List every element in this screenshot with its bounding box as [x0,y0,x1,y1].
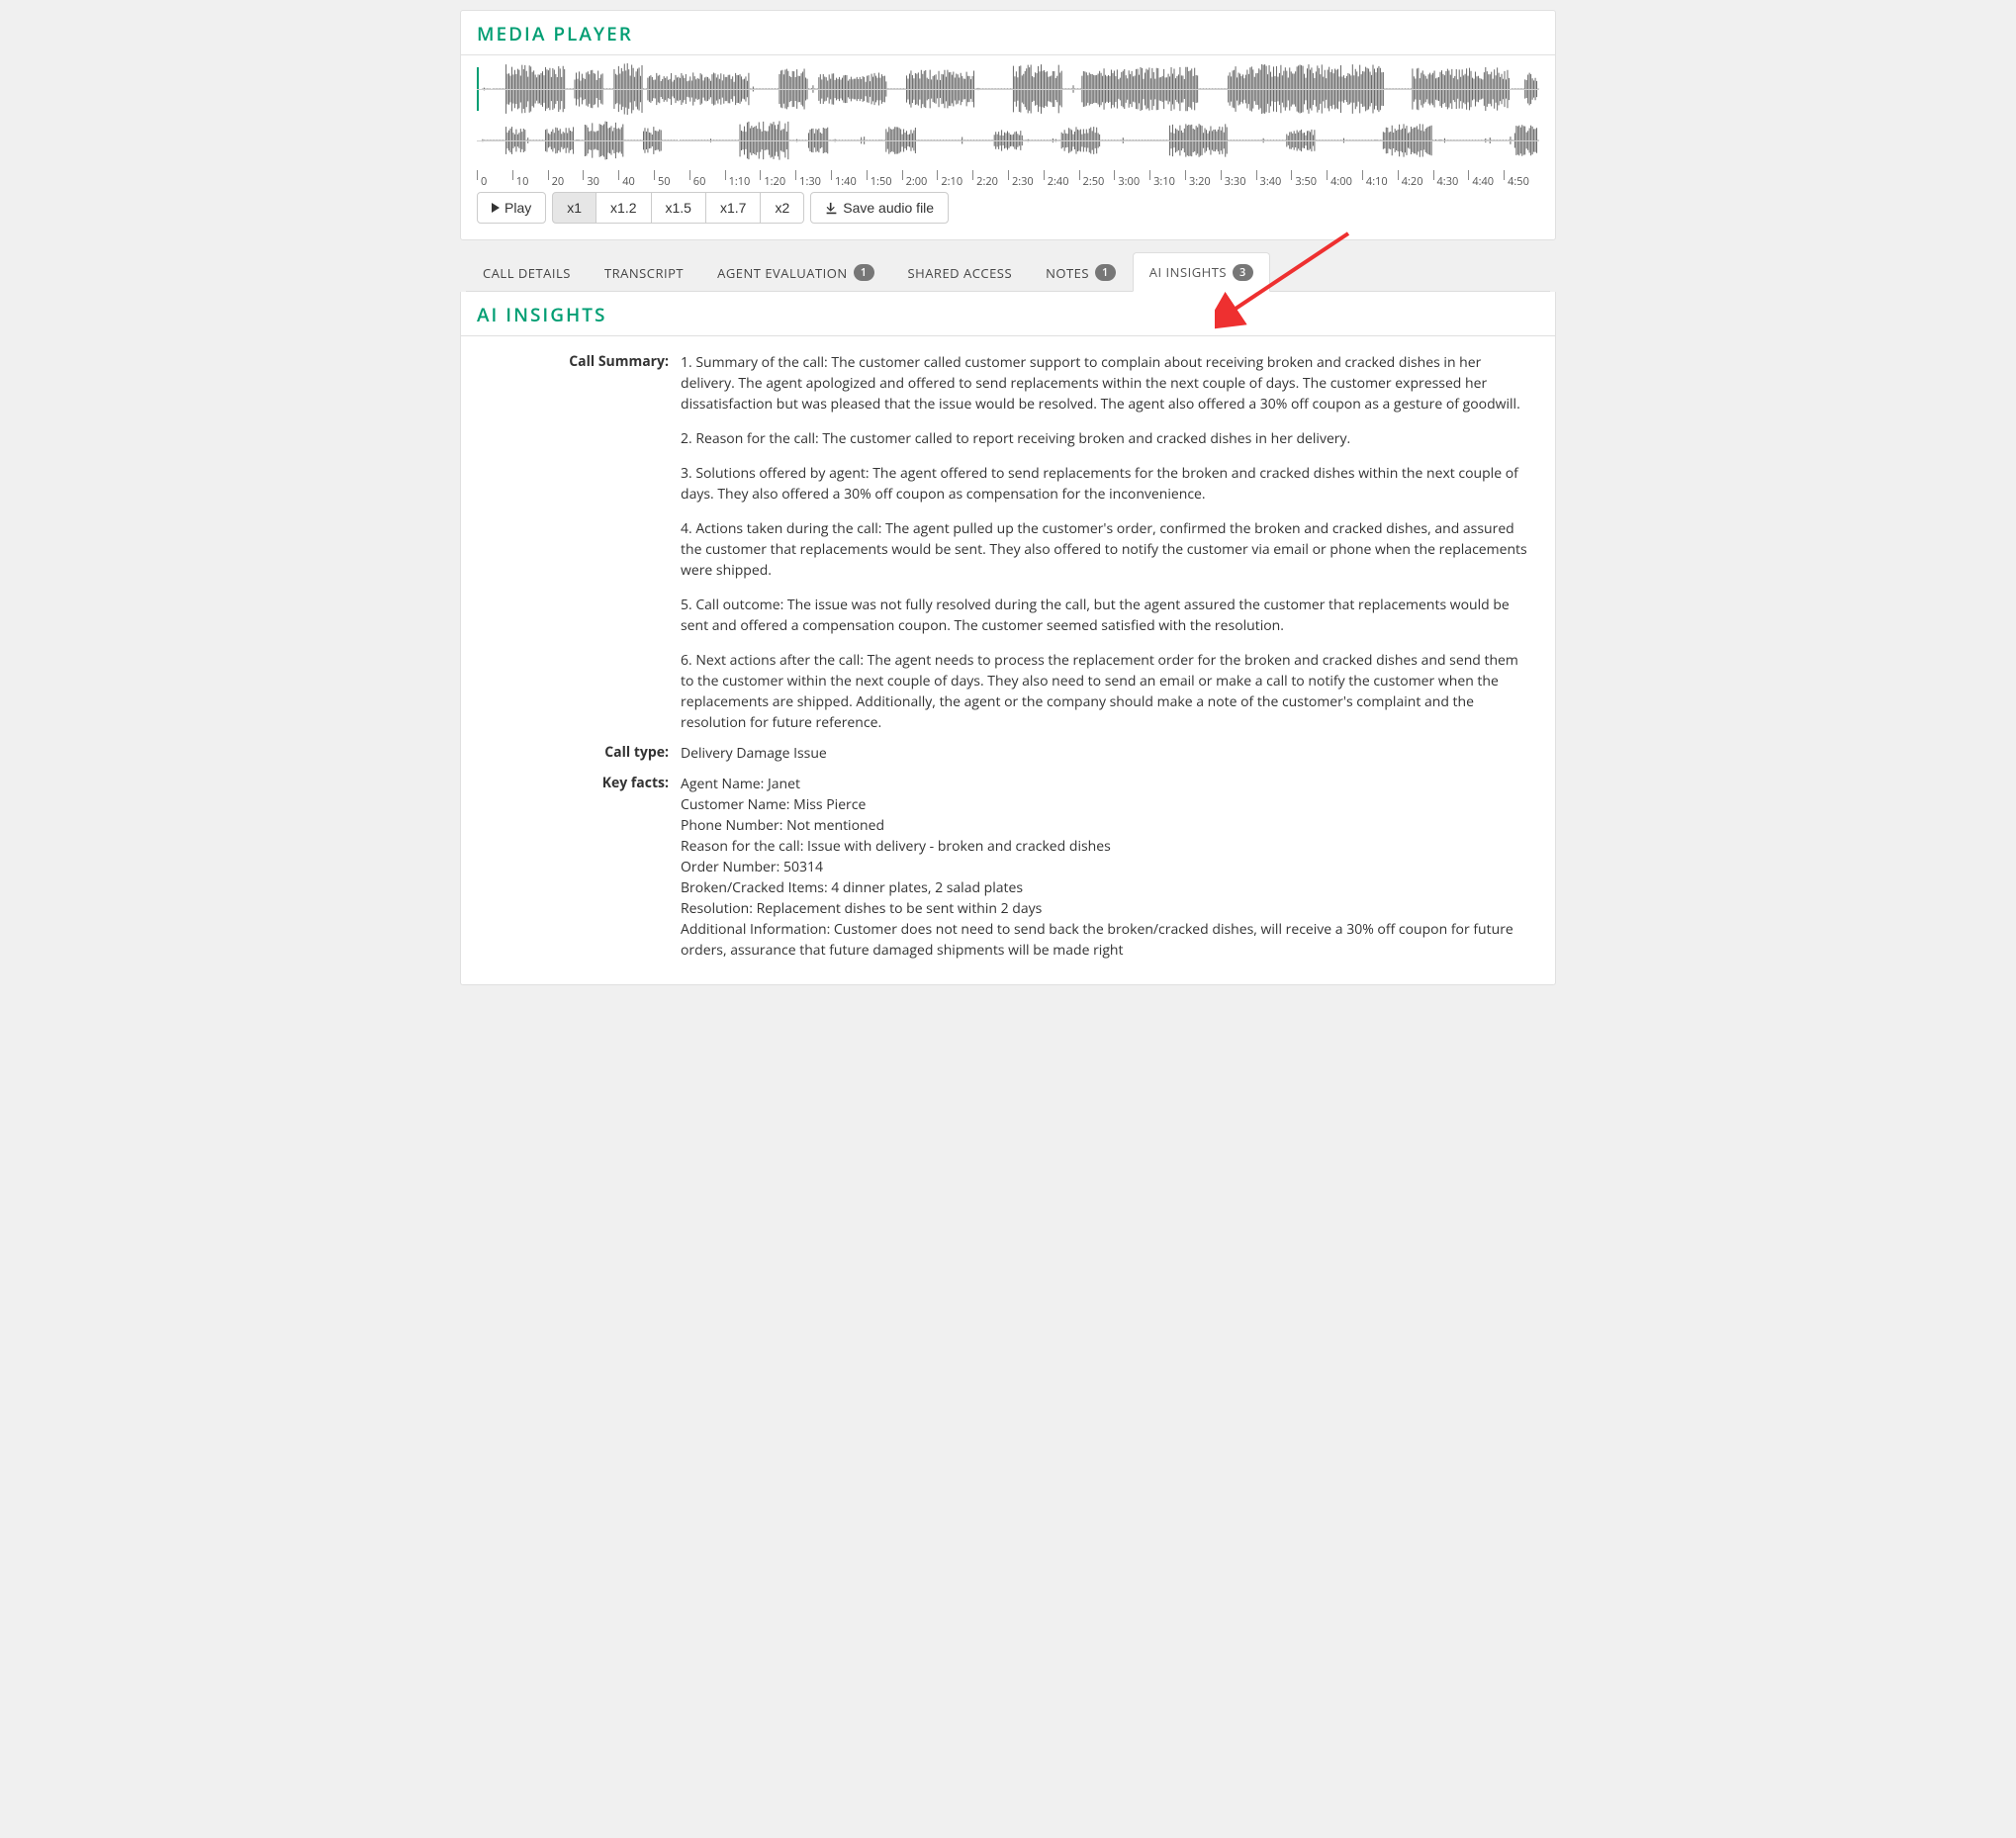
tab-label: AGENT EVALUATION [717,264,848,282]
play-icon [492,203,500,213]
save-audio-label: Save audio file [843,200,934,216]
waveform-timeline: 01020304050601:101:201:301:401:502:002:1… [477,172,1539,176]
key-fact-line: Phone Number: Not mentioned [681,815,1531,836]
summary-paragraph: 4. Actions taken during the call: The ag… [681,518,1531,581]
key-fact-line: Reason for the call: Issue with delivery… [681,836,1531,857]
play-button[interactable]: Play [477,192,546,224]
tab-transcript[interactable]: TRANSCRIPT [588,252,700,292]
play-label: Play [504,200,531,216]
tab-notes[interactable]: NOTES 1 [1029,252,1133,292]
download-icon [825,202,838,215]
tab-badge: 3 [1233,264,1253,281]
key-fact-line: Resolution: Replacement dishes to be sen… [681,898,1531,919]
summary-paragraph: 3. Solutions offered by agent: The agent… [681,463,1531,505]
speed-x1-7-button[interactable]: x1.7 [706,192,761,224]
tab-label: TRANSCRIPT [604,264,684,282]
tab-badge: 1 [854,264,874,281]
tab-ai-insights[interactable]: AI INSIGHTS 3 [1133,252,1270,292]
summary-paragraph: 5. Call outcome: The issue was not fully… [681,595,1531,636]
tab-shared-access[interactable]: SHARED ACCESS [891,252,1030,292]
tab-label: AI INSIGHTS [1149,263,1227,281]
save-audio-button[interactable]: Save audio file [810,192,949,224]
tab-call-details[interactable]: CALL DETAILS [466,252,588,292]
ai-insights-panel: AI INSIGHTS Call Summary: 1. Summary of … [460,292,1556,985]
key-fact-line: Additional Information: Customer does no… [681,919,1531,961]
tab-label: CALL DETAILS [483,264,571,282]
key-facts-value: Agent Name: JanetCustomer Name: Miss Pie… [681,774,1531,961]
key-facts-label: Key facts: [550,774,669,961]
speed-x2-button[interactable]: x2 [761,192,804,224]
key-fact-line: Agent Name: Janet [681,774,1531,794]
summary-paragraph: 2. Reason for the call: The customer cal… [681,428,1531,449]
tab-label: SHARED ACCESS [908,264,1013,282]
speed-button-group: x1x1.2x1.5x1.7x2 [552,192,804,224]
tab-label: NOTES [1046,264,1089,282]
ai-insights-content: Call Summary: 1. Summary of the call: Th… [461,336,1555,984]
call-type-value: Delivery Damage Issue [681,743,1531,764]
media-player-panel: MEDIA PLAYER 01020304050601:101:201:301:… [460,10,1556,240]
summary-paragraph: 6. Next actions after the call: The agen… [681,650,1531,733]
call-summary-value: 1. Summary of the call: The customer cal… [681,352,1531,733]
speed-x1-2-button[interactable]: x1.2 [596,192,651,224]
call-summary-label: Call Summary: [550,352,669,733]
key-fact-line: Order Number: 50314 [681,857,1531,877]
waveform-area[interactable]: 01020304050601:101:201:301:401:502:002:1… [461,55,1555,192]
speed-x1-button[interactable]: x1 [552,192,596,224]
tab-badge: 1 [1095,264,1116,281]
media-controls: Play x1x1.2x1.5x1.7x2 Save audio file [461,192,1555,239]
key-fact-line: Customer Name: Miss Pierce [681,794,1531,815]
tab-agent-evaluation[interactable]: AGENT EVALUATION 1 [700,252,890,292]
ai-insights-title: AI INSIGHTS [461,292,1555,336]
key-fact-line: Broken/Cracked Items: 4 dinner plates, 2… [681,877,1531,898]
tabs-container: CALL DETAILS TRANSCRIPT AGENT EVALUATION 1 S… [460,252,1556,292]
summary-paragraph: 1. Summary of the call: The customer cal… [681,352,1531,414]
call-type-label: Call type: [550,743,669,764]
waveform-track-1 [477,63,1539,115]
speed-x1-5-button[interactable]: x1.5 [652,192,706,224]
media-player-title: MEDIA PLAYER [461,11,1555,55]
tab-list: CALL DETAILS TRANSCRIPT AGENT EVALUATION 1 S… [466,252,1550,292]
waveform-track-2 [477,115,1539,166]
